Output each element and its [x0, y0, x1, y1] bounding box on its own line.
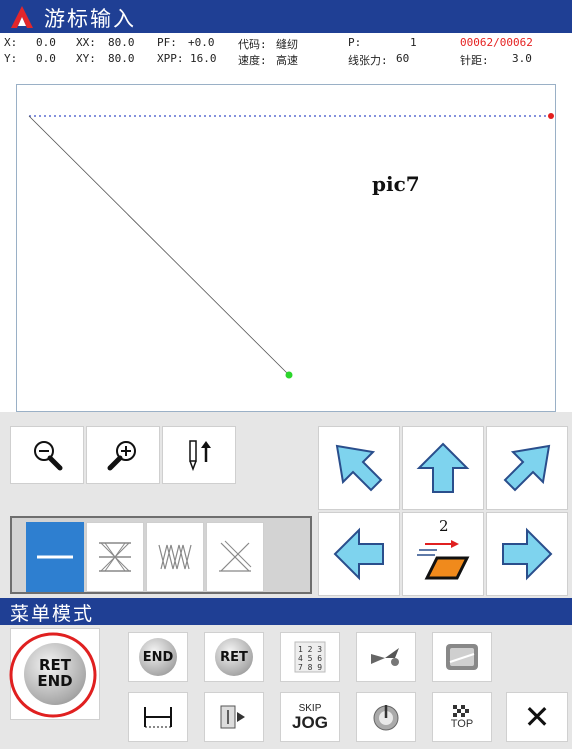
- status-panel: X: 0.0 Y: 0.0 XX: 80.0 XY: 80.0 PF: +0.0…: [0, 33, 572, 81]
- p-value: 1: [410, 36, 417, 49]
- current-point-marker: [285, 371, 293, 379]
- pf-value: +0.0: [188, 36, 215, 49]
- tension-label: 线张力:: [348, 54, 388, 67]
- xpp-value: 16.0: [190, 52, 217, 65]
- usb-icon: [220, 705, 245, 729]
- stitch-line-diagonal: [28, 115, 290, 376]
- move-up-button[interactable]: [402, 426, 484, 510]
- arrow-up-icon: [416, 442, 470, 493]
- xy-value: 80.0: [108, 52, 135, 65]
- xpp-label: XPP:: [157, 52, 184, 65]
- diagonal-stitch-icon: [219, 540, 252, 572]
- y-value: 0.0: [36, 52, 56, 65]
- screen-title: 游标输入: [44, 7, 136, 31]
- zoom-in-icon: [107, 441, 136, 471]
- arrow-right-icon: [502, 527, 553, 581]
- zigzag-stitch-icon: [158, 544, 192, 570]
- trim-button[interactable]: [356, 632, 416, 682]
- skip-jog-label: SKIP JOG: [292, 702, 328, 732]
- jump-width-button[interactable]: [128, 692, 188, 742]
- ret-button[interactable]: RET: [204, 632, 264, 682]
- pattern-drawing: [28, 113, 554, 379]
- stitch-counter: 00062/00062: [460, 36, 533, 49]
- code-value: 缝纫: [276, 38, 298, 51]
- move-up-right-button[interactable]: [486, 426, 568, 510]
- svg-text:1 2 3: 1 2 3: [298, 645, 322, 654]
- numpad-button[interactable]: 1 2 3 4 5 6 7 8 9: [280, 632, 340, 682]
- pf-label: PF:: [157, 36, 177, 49]
- cross-stitch-icon: [99, 542, 131, 572]
- stitch-diagonal-button[interactable]: [206, 522, 264, 592]
- pitch-label: 针距:: [460, 54, 489, 67]
- return-top-content: TOP: [450, 704, 474, 730]
- handwheel-icon: [373, 705, 399, 731]
- close-icon: ✕: [523, 698, 551, 736]
- width-measure-icon: [144, 707, 172, 728]
- usb-transfer-button[interactable]: [204, 692, 264, 742]
- move-up-left-button[interactable]: [318, 426, 400, 510]
- skip-jog-button[interactable]: SKIP JOG: [280, 692, 340, 742]
- speed-value: 高速: [276, 54, 298, 67]
- stitch-zigzag-button[interactable]: [146, 522, 204, 592]
- pattern-canvas[interactable]: [16, 84, 556, 412]
- xy-label: XY:: [76, 52, 96, 65]
- speed-label: 速度:: [238, 54, 267, 67]
- menu-mode-bar: 菜单模式: [0, 598, 572, 625]
- top-label: TOP: [450, 717, 474, 730]
- straight-stitch-icon: [37, 555, 73, 559]
- x-value: 0.0: [36, 36, 56, 49]
- feed-icon: [417, 540, 470, 580]
- x-label: X:: [4, 36, 18, 49]
- zoom-out-icon: [34, 441, 63, 471]
- needle-up-icon: [189, 440, 211, 472]
- arrow-up-left-icon: [335, 444, 383, 492]
- highlight-circle: [9, 632, 97, 718]
- move-right-button[interactable]: [486, 512, 568, 596]
- stitch-straight-button[interactable]: [26, 522, 84, 592]
- handwheel-button[interactable]: [356, 692, 416, 742]
- ret-pill: RET: [215, 638, 253, 676]
- display-button[interactable]: [432, 632, 492, 682]
- xx-value: 80.0: [108, 36, 135, 49]
- end-button[interactable]: END: [128, 632, 188, 682]
- numpad-icon: 1 2 3 4 5 6 7 8 9: [294, 641, 326, 673]
- tension-value: 60: [396, 52, 410, 65]
- feed-button[interactable]: 2: [402, 512, 484, 596]
- return-top-button[interactable]: TOP: [432, 692, 492, 742]
- pitch-value: 3.0: [512, 52, 532, 65]
- pattern-label: pic7: [372, 172, 420, 196]
- arrow-left-icon: [333, 527, 384, 581]
- xx-label: XX:: [76, 36, 96, 49]
- code-label: 代码:: [238, 38, 267, 51]
- arrow-up-right-icon: [503, 444, 551, 492]
- feed-count: 2: [439, 517, 449, 535]
- end-pill: END: [139, 638, 177, 676]
- svg-text:4 5 6: 4 5 6: [298, 654, 322, 663]
- zoom-in-button[interactable]: [86, 426, 160, 484]
- end-point-marker: [548, 113, 554, 119]
- svg-text:7 8 9: 7 8 9: [298, 663, 322, 672]
- menu-mode-title: 菜单模式: [10, 603, 95, 625]
- skip-text: SKIP: [298, 702, 322, 714]
- checkered-flag-icon: [452, 704, 469, 717]
- title-bar: 游标输入: [0, 0, 572, 33]
- brand-logo-icon: [11, 6, 33, 28]
- zoom-out-button[interactable]: [10, 426, 84, 484]
- needle-up-button[interactable]: [162, 426, 236, 484]
- monitor-icon: [446, 644, 478, 670]
- move-left-button[interactable]: [318, 512, 400, 596]
- scissors-icon: [371, 648, 399, 666]
- jog-text: JOG: [292, 712, 328, 732]
- close-button[interactable]: ✕: [506, 692, 568, 742]
- p-label: P:: [348, 36, 362, 49]
- y-label: Y:: [4, 52, 18, 65]
- stitch-cross-button[interactable]: [86, 522, 144, 592]
